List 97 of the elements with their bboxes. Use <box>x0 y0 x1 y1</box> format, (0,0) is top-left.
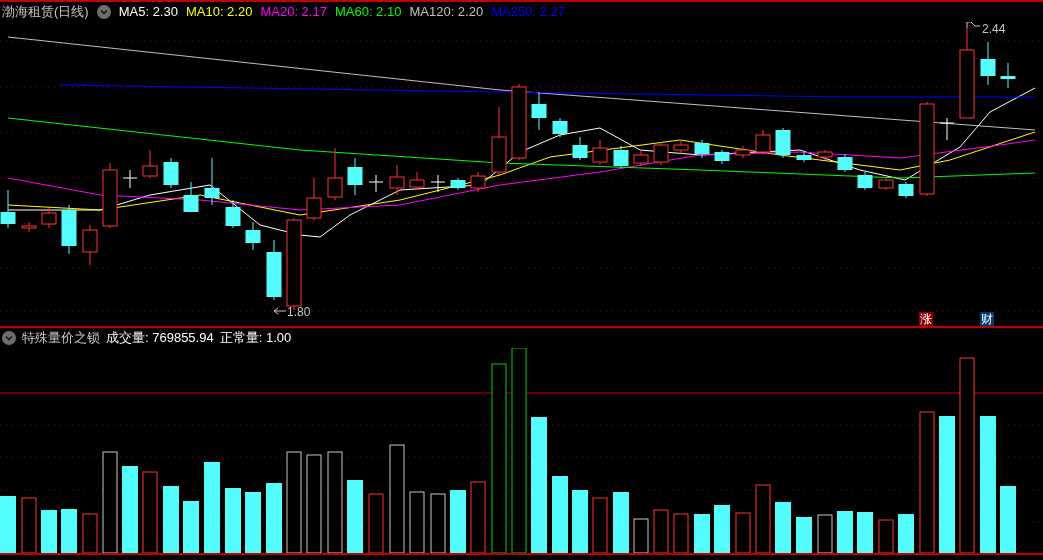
volume-bar <box>61 509 77 553</box>
event-marker[interactable]: 财 <box>980 312 994 326</box>
moving-average-label: MA20: 2.17 <box>260 3 327 22</box>
indicator-name: 特殊量价之锁 <box>22 329 100 348</box>
candlestick <box>857 171 873 191</box>
candlestick <box>327 147 343 201</box>
candlestick <box>102 162 118 229</box>
volume-bar <box>245 492 261 553</box>
moving-average-label: MA120: 2.20 <box>409 3 484 22</box>
candlestick <box>142 149 158 179</box>
candlestick <box>673 139 689 155</box>
candlestick <box>470 171 486 193</box>
volume-bar <box>183 501 199 553</box>
candlestick <box>389 164 405 196</box>
candlestick <box>266 239 282 301</box>
volume-bar <box>755 484 771 553</box>
volume-bar <box>430 493 446 553</box>
candlestick <box>694 139 710 159</box>
candlestick <box>796 151 812 163</box>
volume-bar <box>266 483 282 553</box>
candlestick <box>409 171 425 191</box>
volume-bar <box>775 502 791 553</box>
leader-line <box>273 307 287 315</box>
volume-bar <box>694 514 710 553</box>
candlestick <box>817 149 833 161</box>
candlestick <box>122 169 138 189</box>
volume-bar <box>21 497 37 553</box>
candlestick <box>735 145 751 159</box>
moving-average-label: MA5: 2.30 <box>118 3 178 22</box>
candlestick <box>653 141 669 166</box>
volume-bar <box>878 519 894 553</box>
candlestick <box>552 117 568 138</box>
volume-bar <box>796 517 812 553</box>
volume-bar <box>41 510 57 553</box>
candlestick <box>775 127 791 159</box>
candlestick <box>245 221 261 251</box>
volume-bar <box>450 490 466 553</box>
candlestick <box>755 129 771 156</box>
candlestick <box>450 177 466 191</box>
volume-bar <box>735 512 751 553</box>
candlestick <box>225 199 241 229</box>
candlestick <box>613 145 629 169</box>
volume-bar <box>673 513 689 553</box>
candlestick <box>878 177 894 191</box>
moving-average-label: MA250: 2.27 <box>491 3 565 22</box>
high-price-label: 2.44 <box>982 21 1006 38</box>
volume-bar <box>572 490 588 553</box>
volume-bar <box>0 496 16 553</box>
candlestick <box>204 157 220 206</box>
volume-bar <box>470 481 486 553</box>
volume-bar <box>163 486 179 553</box>
volume-bar <box>653 509 669 553</box>
candlestick <box>41 207 57 229</box>
volume-bar <box>1000 486 1016 553</box>
candlestick <box>572 136 588 161</box>
leader-line <box>966 22 981 29</box>
indicator-value: 成交量: 769855.94 <box>106 329 214 348</box>
candlestick <box>531 91 547 131</box>
volume-bar <box>837 511 853 553</box>
candlestick <box>592 139 608 166</box>
volume-bar <box>714 505 730 553</box>
candlestick <box>939 117 955 141</box>
candlestick <box>183 181 199 213</box>
candlestick <box>306 177 322 221</box>
candlestick <box>1000 62 1016 89</box>
candlestick <box>0 189 16 229</box>
candlestick <box>898 181 914 199</box>
volume-bar <box>857 512 873 553</box>
candlestick <box>980 41 996 86</box>
volume-bar <box>817 514 833 553</box>
candlestick <box>714 149 730 165</box>
candlestick <box>633 149 649 167</box>
candlestick <box>82 224 98 266</box>
volume-bar <box>368 493 384 553</box>
candlestick <box>163 157 179 189</box>
event-marker[interactable]: 涨 <box>919 312 933 326</box>
low-price-label: 1.80 <box>287 304 311 321</box>
chart-title: 渤海租赁(日线) <box>2 3 89 22</box>
volume-bar <box>225 488 241 553</box>
dropdown-icon[interactable] <box>96 5 111 19</box>
candlestick <box>347 157 363 196</box>
volume-bar <box>633 518 649 553</box>
volume-bar <box>592 497 608 553</box>
candlestick <box>430 174 446 193</box>
moving-average-label: MA10: 2.20 <box>185 3 253 22</box>
candlestick <box>21 221 37 233</box>
candlestick <box>837 153 853 173</box>
dropdown-icon[interactable] <box>2 331 16 345</box>
candlestick <box>61 204 77 255</box>
indicator-value: 正常量: 1.00 <box>219 329 292 348</box>
candlestick <box>491 106 507 176</box>
moving-average-label: MA60: 2.10 <box>334 3 402 22</box>
volume-bar <box>409 491 425 553</box>
volume-bar <box>82 513 98 553</box>
volume-bar <box>898 514 914 553</box>
candlestick <box>368 174 384 193</box>
volume-bar <box>613 492 629 553</box>
